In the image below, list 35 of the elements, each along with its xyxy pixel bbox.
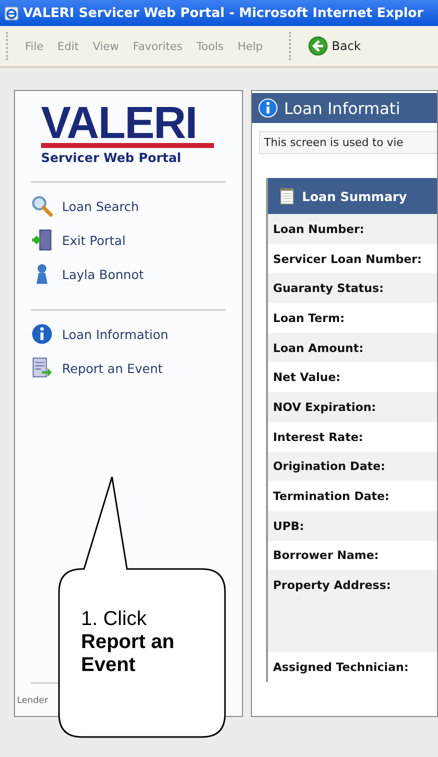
section-title: Loan Summary bbox=[302, 188, 407, 204]
panel-title: Loan Informati bbox=[284, 98, 400, 118]
browser-icon bbox=[4, 6, 19, 20]
sidebar-link[interactable]: Layla Bonnot bbox=[31, 263, 226, 285]
sidebar-link[interactable]: Exit Portal bbox=[31, 229, 226, 251]
logo-subtitle: Servicer Web Portal bbox=[41, 150, 182, 165]
field-label: Servicer Loan Number: bbox=[273, 252, 422, 266]
field-label: Assigned Technician: bbox=[273, 660, 409, 674]
document-arrow-icon bbox=[31, 357, 53, 379]
notepad-icon bbox=[280, 186, 294, 206]
field-label: Termination Date: bbox=[273, 489, 390, 504]
sidebar-link[interactable]: Report an Event bbox=[31, 357, 226, 379]
window-title: VALERI Servicer Web Portal - Microsoft Internet Explor bbox=[23, 6, 424, 20]
field-label: Loan Term: bbox=[273, 310, 345, 325]
field-label: Interest Rate: bbox=[273, 430, 364, 444]
sidebar-link[interactable]: Loan Search bbox=[31, 195, 226, 217]
field-label: Guaranty Status: bbox=[273, 281, 384, 296]
field-label: Loan Number: bbox=[273, 222, 364, 236]
info-icon bbox=[258, 98, 278, 118]
footer-text: Lender bbox=[17, 696, 48, 706]
magnifier-icon bbox=[31, 195, 53, 217]
field-label: Origination Date: bbox=[273, 459, 386, 474]
field-label: Loan Amount: bbox=[273, 340, 364, 355]
sidebar-link[interactable]: Loan Information bbox=[31, 323, 226, 345]
field-label: NOV Expiration: bbox=[273, 400, 376, 414]
callout-text: 1. Click Report an Event bbox=[81, 608, 176, 677]
valeri-logo: VALERI bbox=[41, 103, 197, 143]
info-icon bbox=[31, 323, 53, 345]
field-label: Borrower Name: bbox=[273, 548, 379, 562]
description-text: This screen is used to vie bbox=[264, 136, 404, 149]
field-label: Property Address: bbox=[273, 578, 391, 592]
field-label: Net Value: bbox=[273, 370, 340, 384]
field-label: UPB: bbox=[273, 518, 304, 533]
door-exit-icon bbox=[31, 229, 53, 251]
back-button[interactable]: Back bbox=[308, 36, 361, 56]
